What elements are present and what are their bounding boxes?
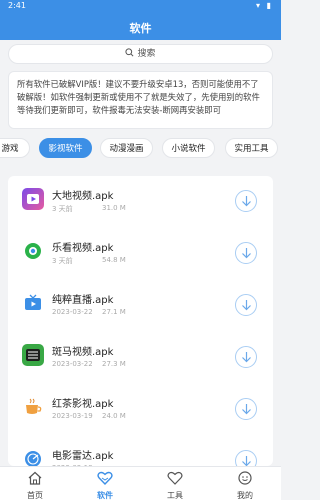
status-icons: ▾ ▮ bbox=[256, 1, 273, 10]
download-button[interactable] bbox=[235, 450, 257, 466]
tab-video-apps[interactable]: 影视软件 bbox=[39, 138, 92, 158]
list-item[interactable]: 电影雷达.apk 2023-03-19 bbox=[8, 438, 273, 466]
bottom-navigation: 首页 软件 工具 我的 bbox=[0, 466, 281, 500]
nav-home-label: 首页 bbox=[27, 491, 43, 500]
download-button[interactable] bbox=[235, 346, 257, 368]
home-icon bbox=[28, 471, 42, 485]
app-size: 54.8 M bbox=[102, 256, 126, 264]
smile-icon bbox=[238, 471, 252, 485]
app-name: 电影雷达.apk bbox=[52, 451, 114, 462]
app-size: 27.3 M bbox=[102, 360, 126, 368]
nav-tools-label: 工具 bbox=[167, 491, 183, 500]
download-icon bbox=[242, 456, 251, 466]
download-icon bbox=[242, 404, 251, 415]
list-item[interactable]: 乐看视频.apk 3 天前 54.8 M bbox=[8, 230, 273, 282]
tv-icon bbox=[22, 292, 44, 314]
download-icon bbox=[242, 352, 251, 363]
app-date: 2023-03-22 bbox=[52, 360, 93, 368]
download-icon bbox=[242, 196, 251, 207]
app-name: 纯粹直播.apk bbox=[52, 295, 114, 306]
nav-profile-label: 我的 bbox=[237, 491, 253, 500]
app-name: 大地视频.apk bbox=[52, 191, 114, 202]
green-eye-icon bbox=[22, 240, 44, 262]
app-name: 乐看视频.apk bbox=[52, 243, 114, 254]
app-date: 2023-03-22 bbox=[52, 308, 93, 316]
zebra-icon bbox=[22, 344, 44, 366]
list-item[interactable]: 斑马视频.apk 2023-03-22 27.3 M bbox=[8, 334, 273, 386]
search-icon bbox=[125, 48, 134, 57]
tab-novel-apps[interactable]: 小说软件 bbox=[162, 138, 215, 158]
download-button[interactable] bbox=[235, 294, 257, 316]
download-icon bbox=[242, 248, 251, 259]
tab-games[interactable]: 游戏 bbox=[0, 138, 30, 158]
app-name: 红茶影视.apk bbox=[52, 399, 114, 410]
nav-home[interactable]: 首页 bbox=[10, 470, 60, 500]
nav-profile[interactable]: 我的 bbox=[220, 470, 270, 500]
nav-tools[interactable]: 工具 bbox=[150, 470, 200, 500]
category-tabs: 游戏 影视软件 动漫漫画 小说软件 实用工具 bbox=[0, 138, 285, 158]
app-size: 24.0 M bbox=[102, 412, 126, 420]
heart-outline-icon bbox=[167, 471, 183, 485]
download-button[interactable] bbox=[235, 190, 257, 212]
tab-utility-tools[interactable]: 实用工具 bbox=[225, 138, 278, 158]
app-header: 2:41 ▾ ▮ 软件 bbox=[0, 0, 281, 40]
search-placeholder: 搜索 bbox=[137, 49, 156, 59]
heart-icon bbox=[97, 471, 113, 486]
status-time: 2:41 bbox=[8, 1, 26, 10]
list-item[interactable]: 大地视频.apk 3 天前 31.0 M bbox=[8, 178, 273, 230]
download-button[interactable] bbox=[235, 242, 257, 264]
play-video-icon bbox=[22, 188, 44, 210]
download-icon bbox=[242, 300, 251, 311]
list-item[interactable]: 纯粹直播.apk 2023-03-22 27.1 M bbox=[8, 282, 273, 334]
app-name: 斑马视频.apk bbox=[52, 347, 114, 358]
nav-software[interactable]: 软件 bbox=[80, 470, 130, 500]
app-size: 31.0 M bbox=[102, 204, 126, 212]
app-date: 3 天前 bbox=[52, 257, 73, 265]
page-title: 软件 bbox=[129, 22, 152, 35]
search-input[interactable]: 搜索 bbox=[8, 44, 273, 64]
radar-icon bbox=[22, 448, 44, 466]
app-date: 2023-03-19 bbox=[52, 412, 93, 420]
app-date: 3 天前 bbox=[52, 205, 73, 213]
nav-software-label: 软件 bbox=[97, 491, 113, 500]
download-button[interactable] bbox=[235, 398, 257, 420]
app-list: 大地视频.apk 3 天前 31.0 M 乐看视频.apk 3 天前 54.8 … bbox=[8, 176, 273, 466]
list-item[interactable]: 红茶影视.apk 2023-03-19 24.0 M bbox=[8, 386, 273, 438]
tea-cup-icon bbox=[22, 396, 44, 418]
tab-anime-comics[interactable]: 动漫漫画 bbox=[100, 138, 153, 158]
app-size: 27.1 M bbox=[102, 308, 126, 316]
notice-banner: 所有软件已破解VIP版！建议不要升级安卓13，否则可能使用不了破解版！如软件强制… bbox=[8, 71, 273, 129]
